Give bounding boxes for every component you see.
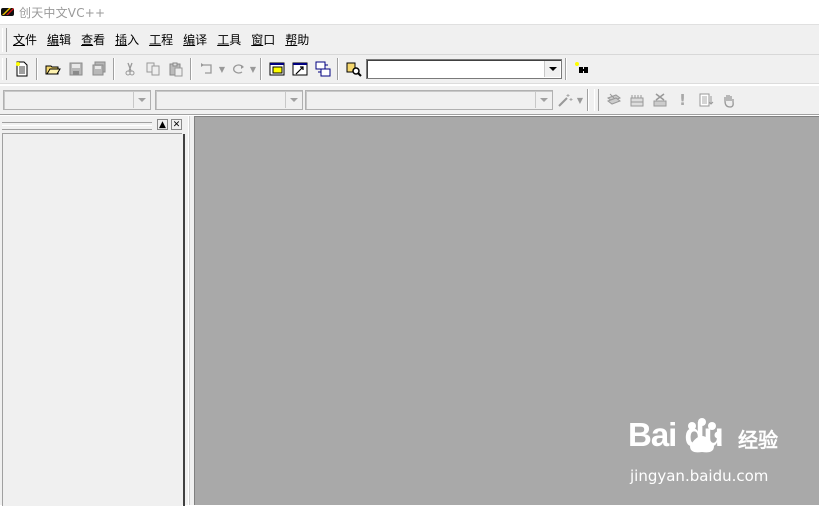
find-combo-dropdown[interactable]	[544, 61, 560, 77]
find-icon[interactable]	[571, 58, 593, 80]
find-in-files-icon[interactable]	[343, 58, 365, 80]
wizard-action-icon[interactable]	[554, 89, 576, 111]
menu-view[interactable]: 查看	[78, 30, 108, 50]
window-list-icon[interactable]	[312, 58, 334, 80]
menu-file-label: 件	[25, 32, 38, 47]
toolbar-separator	[565, 58, 567, 80]
menubar-grip[interactable]	[2, 27, 7, 52]
watermark-brand-cn: 经验	[738, 428, 778, 452]
menu-help-accel: 帮	[285, 32, 298, 47]
menu-help[interactable]: 帮助	[282, 30, 312, 50]
menu-project[interactable]: 工程	[146, 30, 176, 50]
toolbar-separator	[587, 89, 589, 111]
app-logo-icon[interactable]	[1, 6, 15, 18]
menu-build-accel: 编	[183, 32, 196, 47]
stop-build-icon[interactable]	[649, 89, 671, 111]
menu-window-accel: 窗	[251, 32, 264, 47]
menu-view-accel: 查	[81, 32, 94, 47]
class-combo-dropdown[interactable]	[133, 92, 149, 108]
output-icon[interactable]	[289, 58, 311, 80]
menu-insert-label: 入	[127, 32, 140, 47]
workspace-view[interactable]	[2, 133, 185, 506]
title-bar: 创天中文VC++	[0, 0, 819, 25]
build-toolbar-grip[interactable]	[594, 89, 599, 111]
open-folder-icon[interactable]	[42, 58, 64, 80]
wizard-toolbar: ▼ !	[0, 86, 819, 115]
toolbar-separator	[337, 58, 339, 80]
toolbar-separator	[260, 58, 262, 80]
menu-window[interactable]: 窗口	[248, 30, 278, 50]
save-icon[interactable]	[65, 58, 87, 80]
menu-tools-label: 具	[229, 32, 242, 47]
menu-edit[interactable]: 编辑	[44, 30, 74, 50]
redo-icon[interactable]	[227, 58, 249, 80]
copy-icon[interactable]	[142, 58, 164, 80]
find-combo[interactable]	[366, 59, 562, 79]
menu-insert-accel: 插	[115, 32, 128, 47]
insert-breakpoint-icon[interactable]	[695, 89, 717, 111]
menu-tools-accel: 工	[217, 32, 230, 47]
wizard-action-dropdown-icon[interactable]: ▼	[576, 89, 584, 111]
members-combo[interactable]	[305, 90, 553, 110]
watermark-url: jingyan.baidu.com	[630, 467, 769, 485]
compile-icon[interactable]	[603, 89, 625, 111]
toolbar-grip[interactable]	[2, 58, 7, 80]
redo-dropdown-icon[interactable]: ▼	[249, 58, 257, 80]
workspace-grip[interactable]	[2, 122, 152, 130]
menu-file-accel: 文	[13, 32, 26, 47]
workspace-maximize-icon[interactable]: ▲	[157, 119, 168, 130]
workspace-pane: ▲ ✕	[0, 116, 189, 506]
standard-toolbar: ▼ ▼	[0, 55, 819, 84]
menu-project-label: 程	[161, 32, 174, 47]
workspace-icon[interactable]	[266, 58, 288, 80]
members-combo-dropdown[interactable]	[535, 92, 551, 108]
class-combo[interactable]	[3, 90, 151, 110]
filter-combo-dropdown[interactable]	[285, 92, 301, 108]
menu-view-label: 看	[93, 32, 106, 47]
toolbar-separator	[190, 58, 192, 80]
baidu-watermark: Bai du 经验 jingyan.baidu.com	[628, 416, 808, 486]
cut-icon[interactable]	[119, 58, 141, 80]
menu-tools[interactable]: 工具	[214, 30, 244, 50]
save-all-icon[interactable]	[88, 58, 110, 80]
execute-icon[interactable]: !	[672, 89, 694, 111]
menu-build-label: 译	[195, 32, 208, 47]
menu-file[interactable]: 文件	[10, 30, 40, 50]
toolbar-separator	[36, 58, 38, 80]
menu-window-label: 口	[263, 32, 276, 47]
menu-bar: 文件 编辑 查看 插入 工程 编译 工具 窗口 帮助	[0, 25, 819, 55]
workspace-caption: ▲ ✕	[0, 118, 188, 132]
filter-combo[interactable]	[155, 90, 303, 110]
menu-insert[interactable]: 插入	[112, 30, 142, 50]
menu-edit-accel: 编	[47, 32, 60, 47]
menu-project-accel: 工	[149, 32, 162, 47]
undo-icon[interactable]	[196, 58, 218, 80]
undo-dropdown-icon[interactable]: ▼	[218, 58, 226, 80]
build-icon[interactable]	[626, 89, 648, 111]
window-title: 创天中文VC++	[19, 5, 106, 20]
go-icon[interactable]	[718, 89, 740, 111]
paw-logo-icon	[688, 418, 722, 453]
paste-icon[interactable]	[165, 58, 187, 80]
menu-edit-label: 辑	[59, 32, 72, 47]
menu-build[interactable]: 编译	[180, 30, 210, 50]
toolbar-separator	[113, 58, 115, 80]
workspace-close-icon[interactable]: ✕	[171, 119, 182, 130]
new-file-icon[interactable]	[11, 58, 33, 80]
menu-help-label: 助	[297, 32, 310, 47]
